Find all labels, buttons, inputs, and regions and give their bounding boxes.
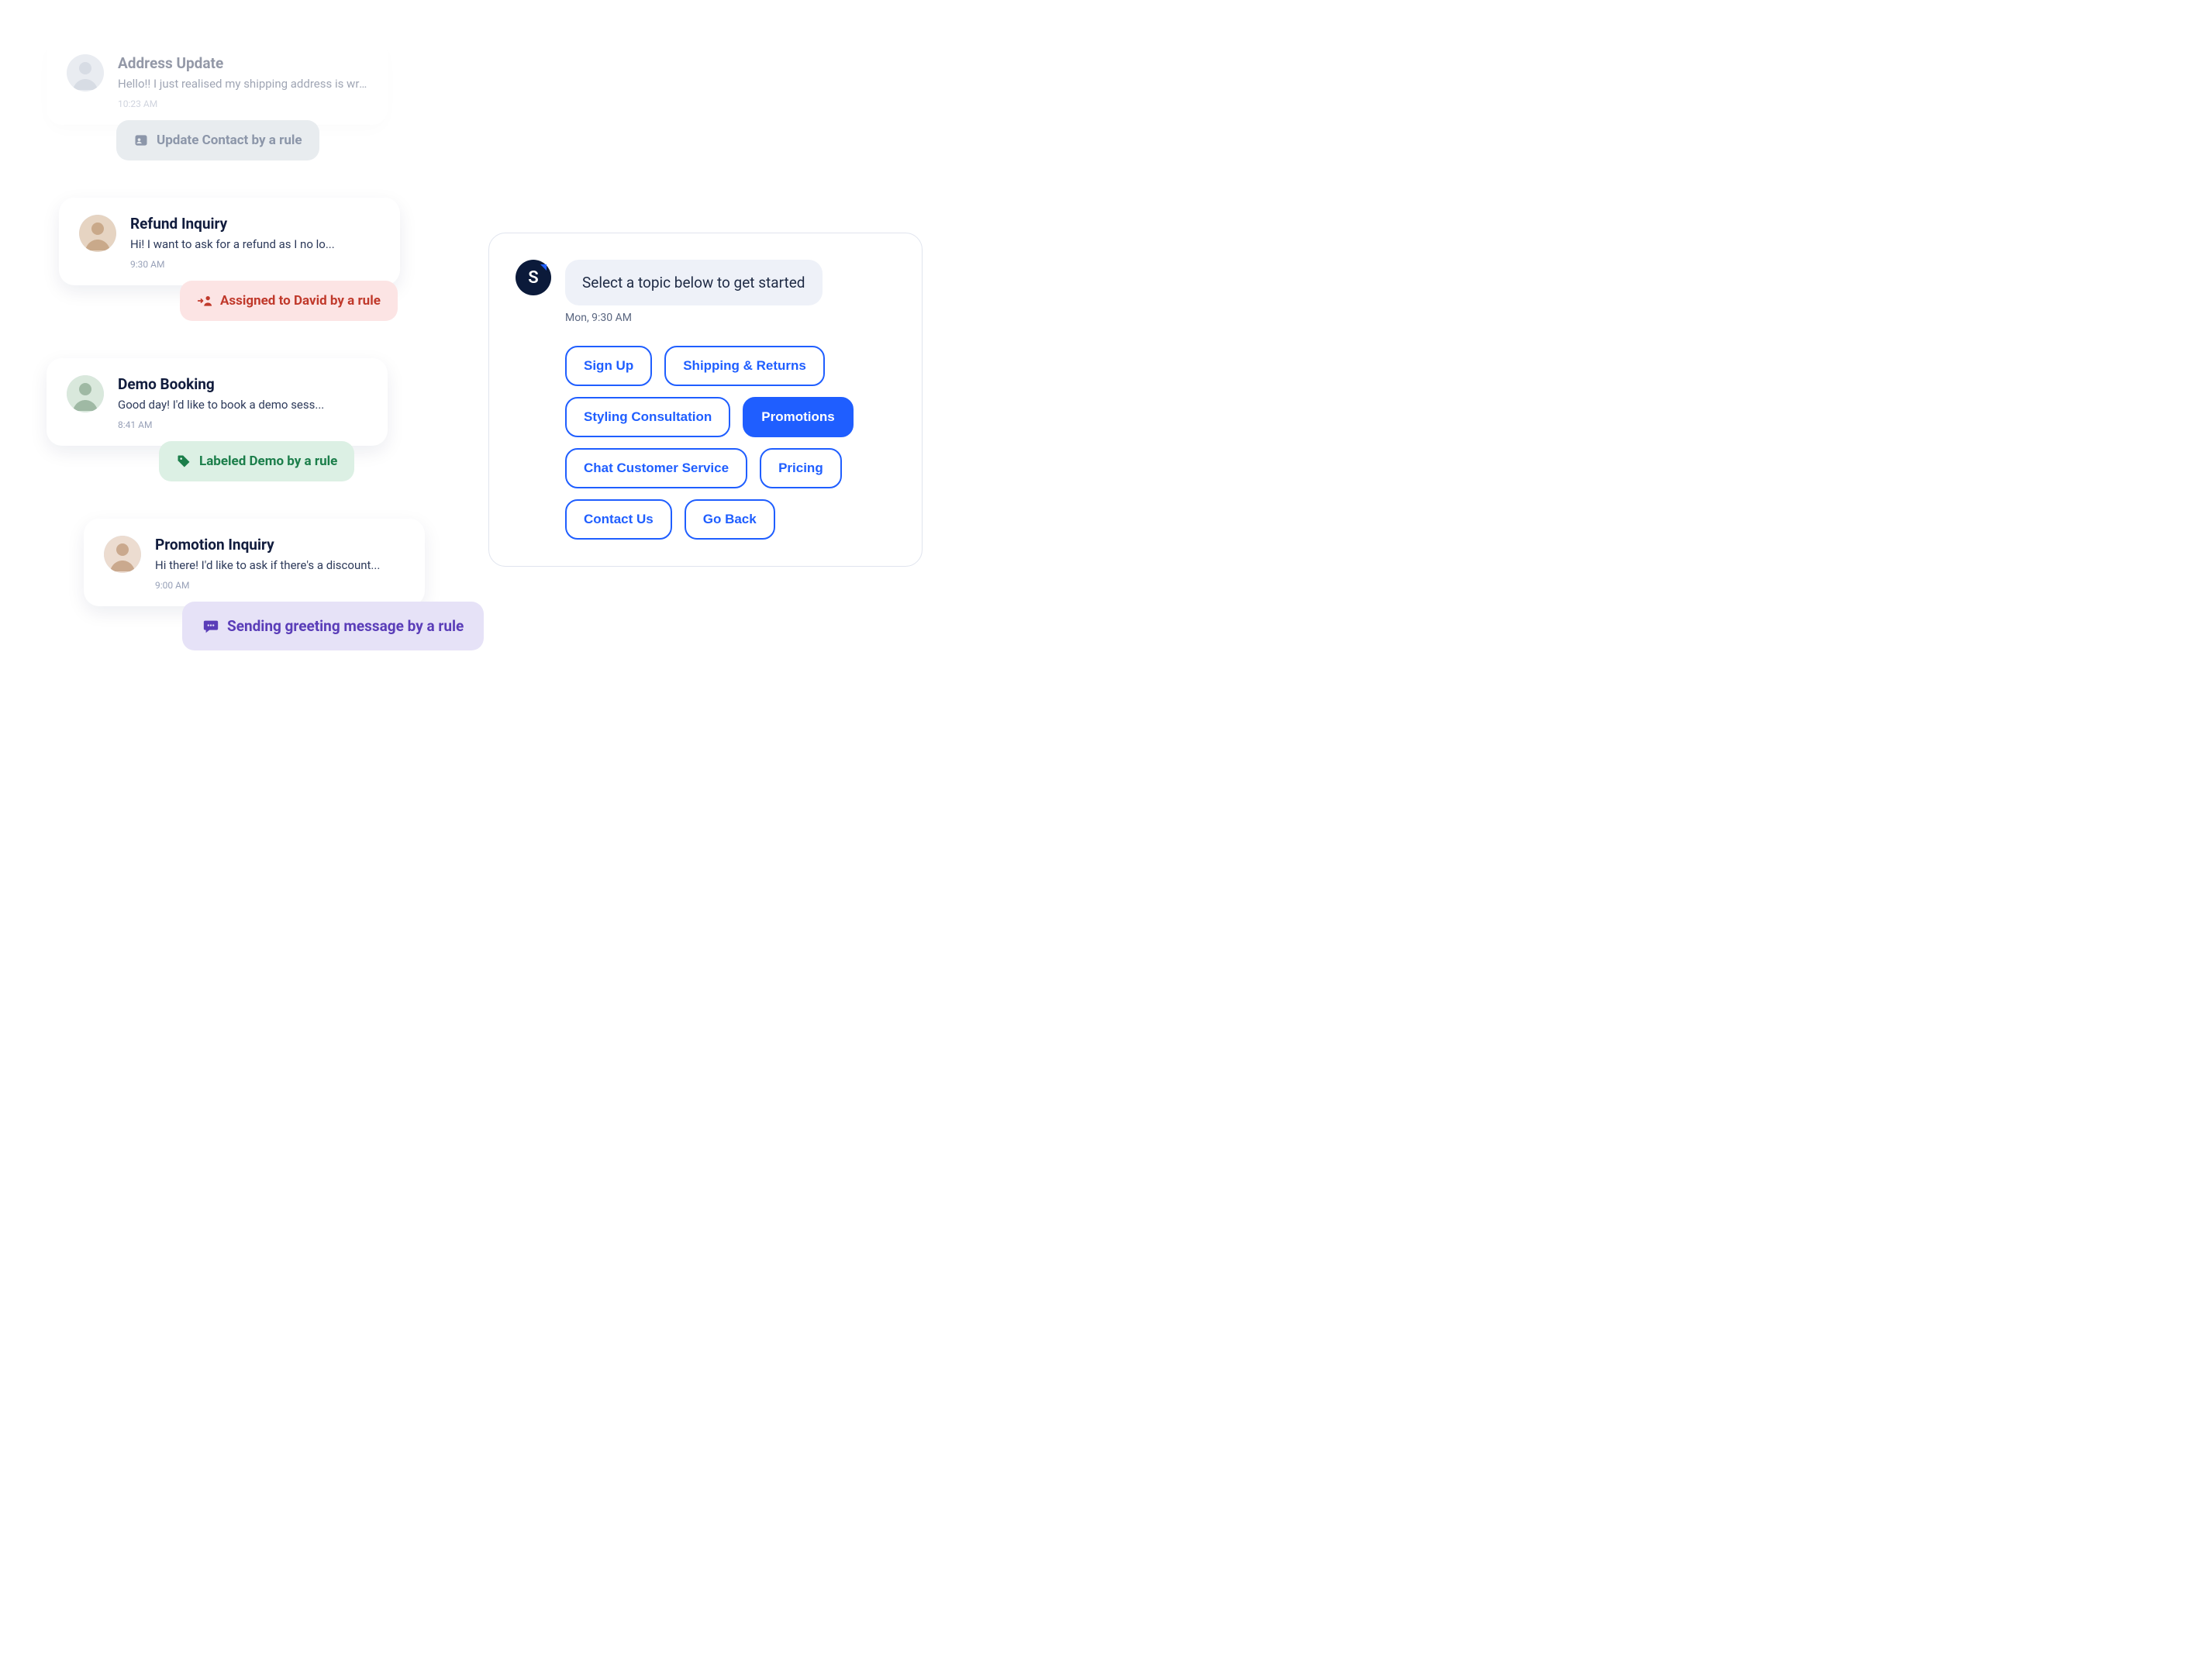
- conversation-card[interactable]: Demo Booking Good day! I'd like to book …: [47, 358, 388, 446]
- conversation-title: Refund Inquiry: [130, 215, 380, 233]
- topic-styling-consultation[interactable]: Styling Consultation: [565, 397, 730, 437]
- rule-pill-label: Update Contact by a rule: [157, 133, 302, 148]
- bot-avatar: S: [516, 260, 551, 295]
- conversation-title: Promotion Inquiry: [155, 536, 405, 554]
- conversation-card[interactable]: Address Update Hello!! I just realised m…: [47, 37, 388, 125]
- conversation-time: 9:00 AM: [155, 580, 405, 591]
- conversation-block: Promotion Inquiry Hi there! I'd like to …: [47, 519, 543, 650]
- assign-user-icon: [197, 293, 212, 309]
- topic-shipping-returns[interactable]: Shipping & Returns: [664, 346, 825, 386]
- conversation-block: Refund Inquiry Hi! I want to ask for a r…: [47, 198, 543, 321]
- conversation-time: 8:41 AM: [118, 419, 367, 430]
- conversation-card[interactable]: Refund Inquiry Hi! I want to ask for a r…: [59, 198, 400, 285]
- conversation-time: 9:30 AM: [130, 259, 380, 270]
- bot-avatar-letter: S: [528, 268, 538, 288]
- bot-message-time: Mon, 9:30 AM: [565, 312, 895, 324]
- rule-pill-labeled: Labeled Demo by a rule: [159, 441, 354, 481]
- topic-sign-up[interactable]: Sign Up: [565, 346, 652, 386]
- avatar: [79, 215, 116, 252]
- conversation-list: Address Update Hello!! I just realised m…: [47, 37, 543, 688]
- conversation-time: 10:23 AM: [118, 98, 367, 109]
- rule-pill-label: Sending greeting message by a rule: [227, 617, 464, 635]
- avatar: [104, 536, 141, 573]
- conversation-title: Demo Booking: [118, 375, 367, 393]
- topic-grid: Sign Up Shipping & Returns Styling Consu…: [565, 346, 895, 540]
- conversation-preview: Hi! I want to ask for a refund as I no l…: [130, 237, 380, 251]
- topic-contact-us[interactable]: Contact Us: [565, 499, 672, 540]
- topic-chat-customer-service[interactable]: Chat Customer Service: [565, 448, 747, 488]
- tag-icon: [176, 454, 191, 469]
- rule-pill-greeting: Sending greeting message by a rule: [182, 602, 484, 650]
- topic-promotions[interactable]: Promotions: [743, 397, 853, 437]
- bot-message-bubble: Select a topic below to get started: [565, 260, 823, 305]
- conversation-block: Address Update Hello!! I just realised m…: [47, 37, 543, 160]
- rule-pill-label: Labeled Demo by a rule: [199, 454, 337, 469]
- conversation-preview: Hi there! I'd like to ask if there's a d…: [155, 558, 405, 572]
- conversation-preview: Hello!! I just realised my shipping addr…: [118, 77, 367, 91]
- topic-go-back[interactable]: Go Back: [685, 499, 775, 540]
- rule-pill-assigned: Assigned to David by a rule: [180, 281, 398, 321]
- bot-panel: S Select a topic below to get started Mo…: [488, 233, 923, 567]
- conversation-preview: Good day! I'd like to book a demo sess..…: [118, 398, 367, 412]
- avatar: [67, 375, 104, 412]
- rule-pill-label: Assigned to David by a rule: [220, 293, 381, 309]
- topic-pricing[interactable]: Pricing: [760, 448, 842, 488]
- chat-bubble-icon: [202, 618, 219, 635]
- conversation-card[interactable]: Promotion Inquiry Hi there! I'd like to …: [84, 519, 425, 606]
- bot-message-text: Select a topic below to get started: [582, 274, 805, 291]
- conversation-title: Address Update: [118, 54, 367, 72]
- rule-pill-update-contact: Update Contact by a rule: [116, 120, 319, 160]
- avatar: [67, 54, 104, 91]
- conversation-block: Demo Booking Good day! I'd like to book …: [47, 358, 543, 481]
- contact-card-icon: [133, 133, 149, 148]
